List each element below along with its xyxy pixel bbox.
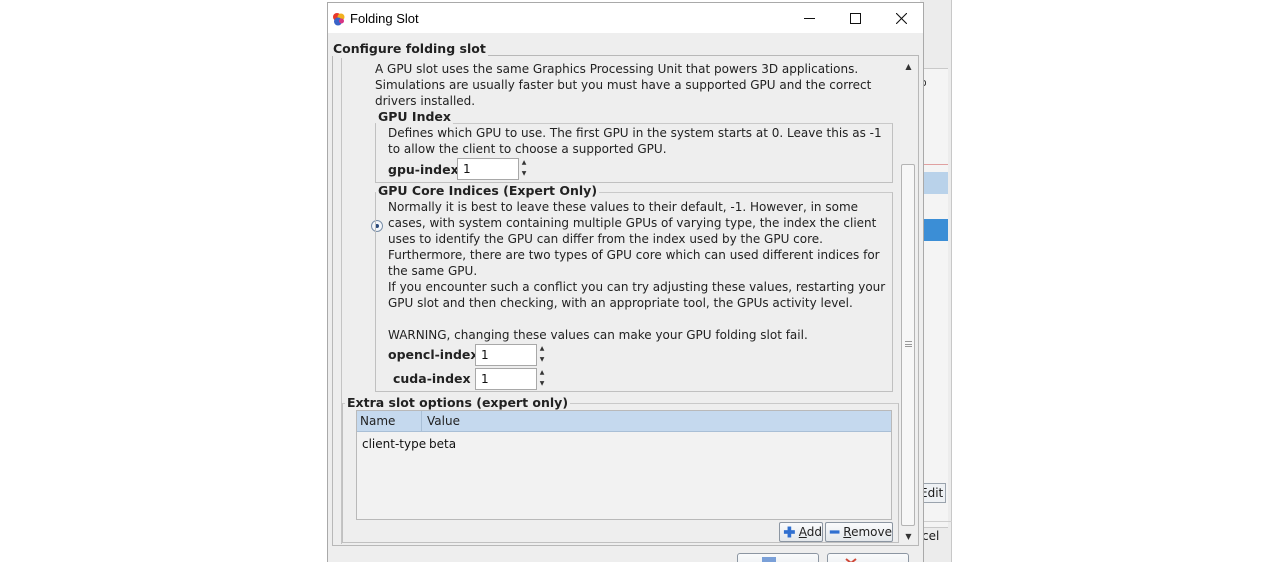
table-header: Name Value	[357, 411, 891, 432]
gpu-index-label: gpu-index	[388, 162, 459, 177]
row-name-cell: client-type	[362, 437, 427, 451]
background-divider	[924, 164, 948, 165]
background-window: o Edit cel	[918, 0, 952, 562]
core-indices-warning: WARNING, changing these values can make …	[388, 328, 808, 342]
close-icon	[895, 12, 907, 24]
folding-app-icon	[333, 13, 345, 26]
scroll-up-icon[interactable]: ▲	[900, 58, 917, 74]
spinner-down-icon[interactable]: ▼	[538, 379, 546, 389]
ok-button[interactable]	[737, 553, 819, 562]
gpu-index-arrows[interactable]: ▲ ▼	[519, 158, 529, 180]
window-title: Folding Slot	[350, 11, 419, 26]
minus-icon	[829, 530, 840, 534]
minimize-button[interactable]	[786, 3, 832, 33]
column-header-value[interactable]: Value	[427, 414, 460, 428]
gpu-index-title: GPU Index	[376, 109, 453, 124]
opencl-index-label: opencl-index	[388, 347, 479, 362]
spinner-down-icon[interactable]: ▼	[520, 169, 528, 179]
gpu-index-input[interactable]	[457, 158, 519, 180]
folding-slot-dialog: Folding Slot Configure folding slot A GP…	[327, 2, 924, 562]
maximize-button[interactable]	[832, 3, 878, 33]
maximize-icon	[849, 12, 861, 24]
gpu-index-description: Defines which GPU to use. The first GPU …	[388, 126, 882, 156]
opencl-index-input[interactable]	[475, 344, 537, 366]
scroll-down-icon[interactable]: ▼	[900, 528, 917, 544]
check-icon	[762, 557, 776, 562]
core-indices-paragraph-2: If you encounter such a conflict you can…	[388, 280, 886, 310]
remove-label: Remove	[843, 525, 892, 539]
add-button[interactable]: Add	[779, 522, 823, 542]
close-button[interactable]	[878, 3, 924, 33]
cancel-button[interactable]	[827, 553, 909, 562]
minimize-icon	[803, 17, 815, 19]
vertical-scrollbar[interactable]: ▲ ▼	[900, 56, 917, 544]
column-header-name[interactable]: Name	[360, 414, 395, 428]
table-row[interactable]: client-type beta	[357, 433, 891, 455]
plus-icon	[783, 526, 795, 538]
section-title: Configure folding slot	[331, 41, 488, 56]
cuda-index-input[interactable]	[475, 368, 537, 390]
row-value-cell: beta	[429, 437, 457, 451]
column-separator[interactable]	[421, 411, 422, 432]
title-bar[interactable]: Folding Slot	[328, 3, 923, 33]
extra-options-table[interactable]: Name Value client-type beta	[356, 410, 892, 520]
add-label: Add	[798, 525, 822, 539]
spinner-up-icon[interactable]: ▲	[538, 344, 546, 354]
cancel-icon	[845, 558, 857, 562]
gpu-core-indices-title: GPU Core Indices (Expert Only)	[376, 183, 600, 198]
background-row-highlight	[924, 172, 948, 194]
background-cancel-button[interactable]: cel	[922, 529, 939, 543]
spinner-down-icon[interactable]: ▼	[538, 355, 546, 365]
opencl-index-arrows[interactable]: ▲ ▼	[537, 344, 547, 366]
cuda-index-arrows[interactable]: ▲ ▼	[537, 368, 547, 390]
spinner-up-icon[interactable]: ▲	[520, 158, 528, 168]
background-panel	[922, 68, 948, 528]
background-separator	[920, 521, 952, 522]
extra-options-title: Extra slot options (expert only)	[345, 395, 571, 410]
scroll-grip-icon	[905, 341, 912, 347]
remove-button[interactable]: Remove	[825, 522, 893, 542]
scroll-thumb[interactable]	[901, 164, 915, 526]
core-indices-paragraph-1: Normally it is best to leave these value…	[388, 200, 880, 278]
gpu-slot-description: A GPU slot uses the same Graphics Proces…	[375, 62, 872, 108]
spinner-up-icon[interactable]: ▲	[538, 368, 546, 378]
cuda-index-label: cuda-index	[393, 371, 471, 386]
background-row-selected[interactable]	[924, 219, 948, 241]
